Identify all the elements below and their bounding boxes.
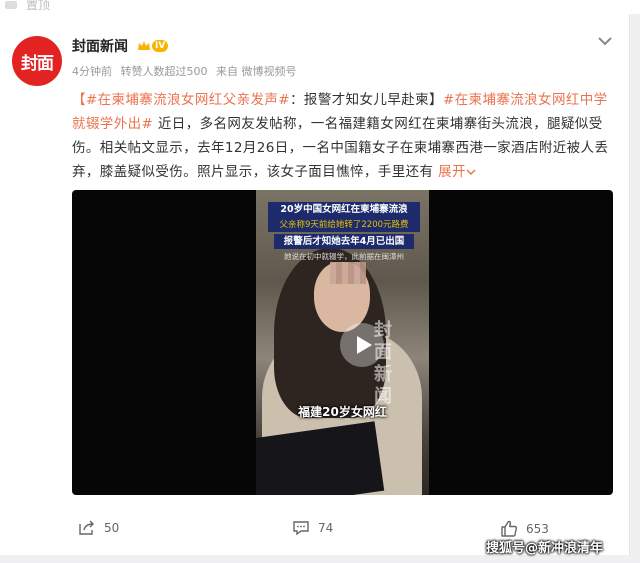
author-name[interactable]: 封面新闻 bbox=[72, 36, 128, 56]
comment-icon bbox=[293, 521, 309, 536]
repost-count-text: 转赞人数超过500 bbox=[120, 65, 208, 78]
video-banner-info: 报警后才知她去年4月已出国 bbox=[274, 234, 414, 249]
hashtag-link-1[interactable]: 【#在柬埔寨流浪女网红父亲发声# bbox=[72, 92, 290, 108]
like-button[interactable]: 653 bbox=[500, 520, 549, 537]
thumbs-up-icon bbox=[501, 520, 518, 537]
top-strip: 置顶 bbox=[0, 0, 640, 14]
video-banner-note: 她说在初中就辍学，此前据在闽漳州 bbox=[284, 252, 404, 261]
crown-icon bbox=[138, 41, 150, 50]
vip-level: IV bbox=[152, 40, 169, 52]
video-caption: 福建20岁女网红 bbox=[298, 405, 387, 419]
vip-badge[interactable]: IV bbox=[137, 39, 173, 53]
avatar[interactable]: 封面 bbox=[12, 36, 62, 86]
post-text-2: 近日，多名网友发帖称，一名福建籍女网红在柬埔寨街头流浪，腿疑似受伤。相关帖文显示… bbox=[72, 116, 609, 180]
avatar-text: 封面 bbox=[21, 53, 54, 74]
like-count: 653 bbox=[526, 521, 549, 536]
comment-button[interactable]: 74 bbox=[292, 520, 333, 536]
post-source[interactable]: 来自 微博视频号 bbox=[216, 65, 297, 78]
share-icon bbox=[79, 520, 94, 535]
chevron-down-icon bbox=[466, 169, 476, 176]
video-banner-subtitle: 父亲称9天前给她转了2200元路费 bbox=[268, 218, 420, 232]
share-count: 50 bbox=[104, 521, 120, 535]
share-button[interactable]: 50 bbox=[78, 520, 119, 536]
post-body: 【#在柬埔寨流浪女网红父亲发声#：报警才知女儿早赴柬】#在柬埔寨流浪女网红中学就… bbox=[72, 88, 617, 184]
pin-icon bbox=[5, 1, 17, 9]
mosaic-blur bbox=[330, 262, 366, 284]
pinned-label: 置顶 bbox=[26, 0, 51, 12]
play-icon bbox=[357, 336, 372, 354]
post-text-1: ：报警才知女儿早赴柬】 bbox=[290, 92, 443, 108]
post-time[interactable]: 4分钟前 bbox=[72, 65, 112, 78]
expand-link[interactable]: 展开 bbox=[438, 164, 476, 180]
comment-count: 74 bbox=[318, 521, 334, 535]
expand-label: 展开 bbox=[438, 164, 466, 180]
video-thumbnail: 20岁中国女网红在柬埔寨流浪 父亲称9天前给她转了2200元路费 报警后才知她去… bbox=[256, 190, 429, 495]
sohu-watermark: 搜狐号@新冲浪清年 bbox=[486, 541, 604, 556]
play-button[interactable] bbox=[340, 323, 384, 367]
chevron-down-icon[interactable] bbox=[596, 34, 614, 48]
video-banner-title: 20岁中国女网红在柬埔寨流浪 bbox=[268, 202, 420, 218]
video-player[interactable]: 20岁中国女网红在柬埔寨流浪 父亲称9天前给她转了2200元路费 报警后才知她去… bbox=[72, 190, 613, 495]
weibo-post-card: 封面 封面新闻 IV 4分钟前 转赞人数超过500 来自 微博视频号 【#在柬埔… bbox=[0, 14, 630, 555]
post-meta: 4分钟前 转赞人数超过500 来自 微博视频号 bbox=[72, 63, 302, 79]
